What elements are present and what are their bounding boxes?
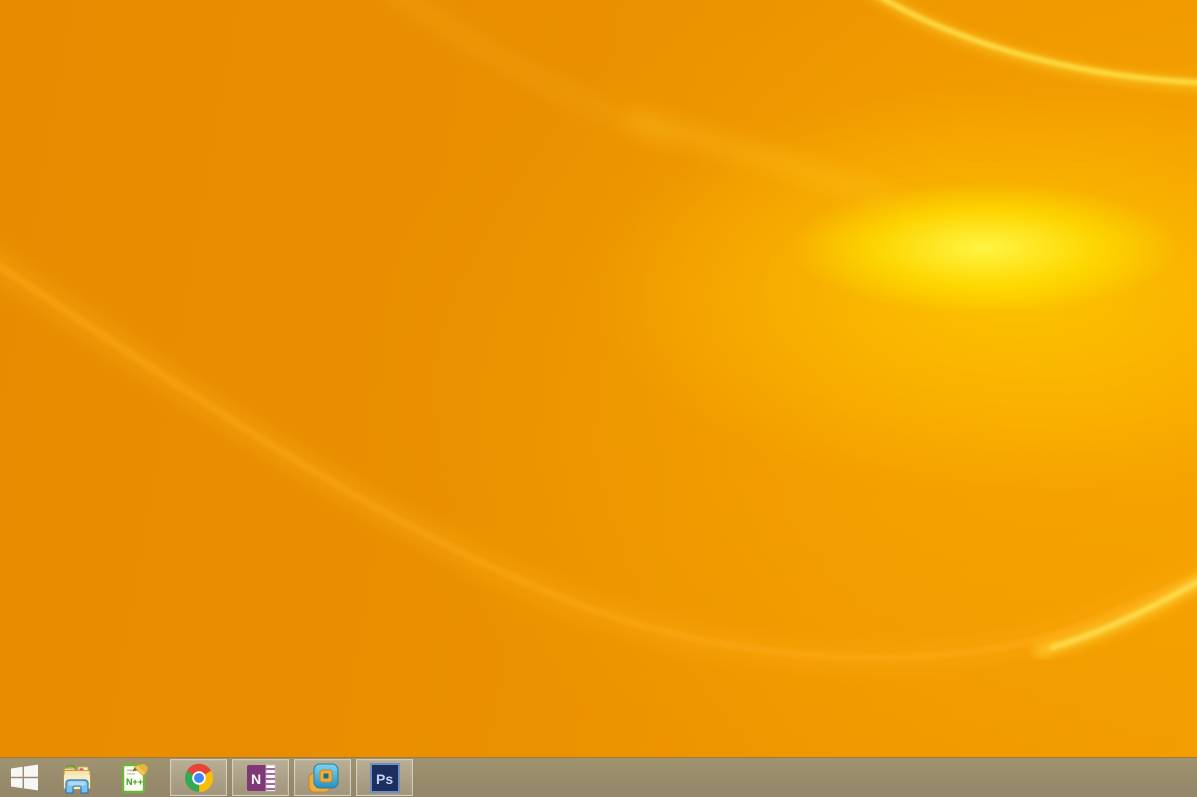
windows-logo-icon: [11, 764, 38, 791]
taskbar-item-onenote[interactable]: N: [232, 759, 289, 796]
taskbar-item-notepad-plus-plus[interactable]: N++: [105, 758, 162, 797]
taskbar-item-photoshop[interactable]: Ps: [356, 759, 413, 796]
taskbar: N++: [0, 757, 1197, 797]
photoshop-icon: Ps: [369, 762, 401, 794]
taskbar-item-vmware[interactable]: [294, 759, 351, 796]
chrome-icon: [183, 762, 215, 794]
vmware-icon: [307, 762, 339, 794]
taskbar-item-chrome[interactable]: [170, 759, 227, 796]
notepad-plus-plus-glyph: N++: [126, 777, 143, 787]
notepad-plus-plus-icon: N++: [119, 762, 149, 794]
onenote-glyph: N: [251, 771, 261, 787]
wallpaper-swirl-graphics: [0, 0, 1197, 797]
file-explorer-icon: [61, 762, 93, 794]
photoshop-glyph: Ps: [376, 771, 393, 787]
start-button[interactable]: [0, 758, 48, 797]
taskbar-item-file-explorer[interactable]: [48, 758, 105, 797]
desktop-wallpaper[interactable]: [0, 0, 1197, 797]
onenote-icon: N: [246, 763, 276, 793]
